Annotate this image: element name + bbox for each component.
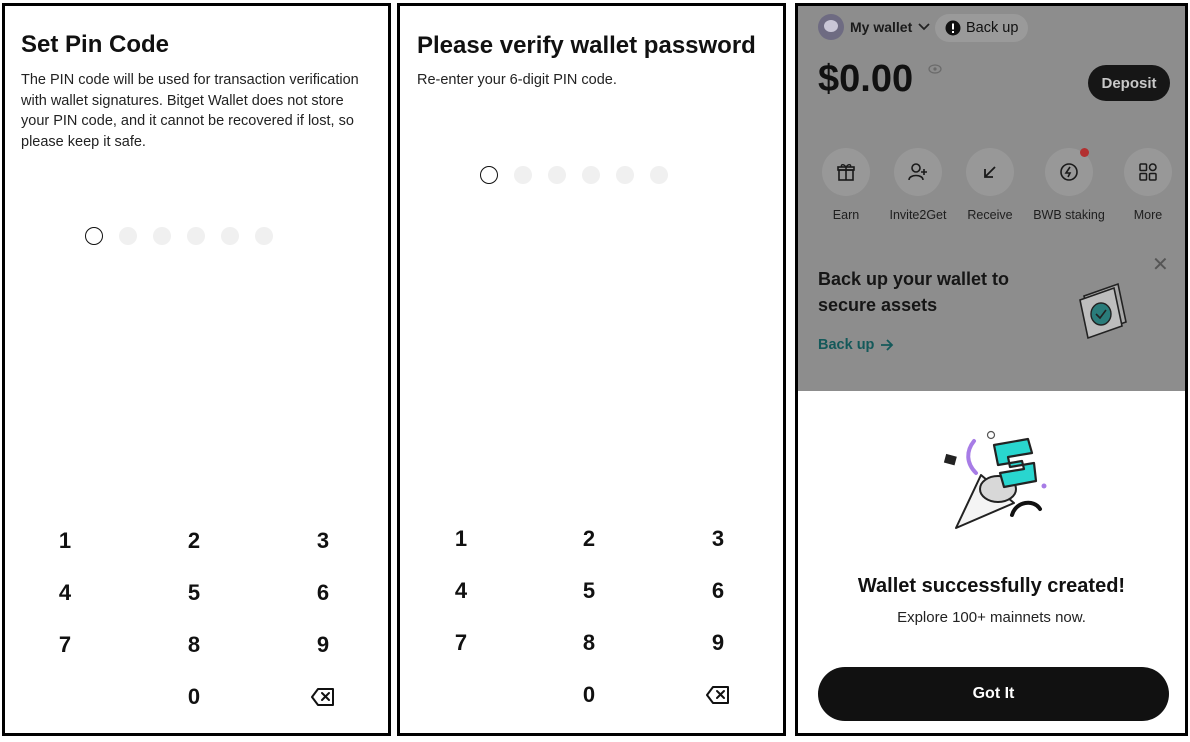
pin-dot	[548, 166, 566, 184]
pin-dots	[480, 166, 668, 184]
key-5[interactable]: 5	[164, 573, 224, 613]
pin-dot	[153, 227, 171, 245]
close-icon[interactable]: ✕	[1152, 252, 1169, 277]
pin-dot	[582, 166, 600, 184]
pin-dot	[616, 166, 634, 184]
backspace-button[interactable]	[688, 675, 748, 715]
key-5[interactable]: 5	[559, 571, 619, 611]
key-8[interactable]: 8	[559, 623, 619, 663]
pin-dot	[514, 166, 532, 184]
action-bwb-staking[interactable]: BWB staking	[1029, 148, 1109, 222]
success-illustration-icon	[943, 430, 1047, 529]
backup-link-label: Back up	[818, 337, 875, 353]
got-it-button[interactable]: Got It	[818, 667, 1169, 721]
backup-chip-label: Back up	[966, 20, 1019, 36]
pin-dot	[119, 227, 137, 245]
key-3[interactable]: 3	[293, 521, 353, 561]
key-6[interactable]: 6	[688, 571, 748, 611]
success-title: Wallet successfully created!	[857, 575, 1126, 597]
action-label: BWB staking	[1033, 208, 1105, 222]
warning-icon	[945, 20, 961, 36]
wallet-name: My wallet	[850, 19, 913, 35]
balance: $0.00	[818, 58, 942, 101]
key-9[interactable]: 9	[293, 625, 353, 665]
dimmed-wallet-home: My wallet Back up $0.00 Deposit Earn Inv…	[798, 6, 1185, 391]
page-title: Set Pin Code	[21, 31, 170, 58]
arrow-down-left-icon	[984, 166, 996, 178]
wallet-illustration-icon	[1079, 282, 1127, 340]
description-line: your PIN code, and it cannot be recovere…	[21, 113, 354, 129]
key-8[interactable]: 8	[164, 625, 224, 665]
action-label: Receive	[967, 208, 1013, 222]
deposit-button[interactable]: Deposit	[1088, 65, 1170, 101]
notification-badge	[1080, 148, 1089, 157]
action-earn[interactable]: Earn	[806, 148, 886, 222]
backup-banner-title: Back up your wallet to secure assets	[818, 266, 1009, 318]
key-1[interactable]: 1	[35, 521, 95, 561]
banner-title-line: secure assets	[818, 295, 938, 315]
key-4[interactable]: 4	[35, 573, 95, 613]
arrow-right-icon	[881, 339, 894, 351]
set-pin-screen: Set Pin Code The PIN code will be used f…	[2, 3, 391, 736]
key-2[interactable]: 2	[559, 519, 619, 559]
action-invite2get[interactable]: Invite2Get	[878, 148, 958, 222]
action-label: More	[1133, 208, 1163, 222]
description-line: with wallet signatures. Bitget Wallet do…	[21, 92, 344, 109]
grid-icon	[1139, 163, 1157, 181]
backspace-icon	[311, 688, 334, 706]
action-more[interactable]: More	[1108, 148, 1185, 222]
description-line: The PIN code will be used for transactio…	[21, 72, 359, 88]
success-subtitle: Explore 100+ mainnets now.	[897, 609, 1086, 626]
staking-icon	[1060, 163, 1078, 181]
key-0[interactable]: 0	[164, 677, 224, 717]
key-3[interactable]: 3	[688, 519, 748, 559]
banner-title-line: Back up your wallet to	[818, 269, 1010, 289]
page-title: Please verify wallet password	[417, 32, 756, 59]
key-9[interactable]: 9	[688, 623, 748, 663]
chevron-down-icon	[918, 23, 930, 31]
avatar	[818, 14, 844, 40]
pin-dots	[85, 227, 273, 245]
pin-dot	[221, 227, 239, 245]
pin-dot	[650, 166, 668, 184]
pin-dot-active	[85, 227, 103, 245]
key-4[interactable]: 4	[431, 571, 491, 611]
pin-dot	[187, 227, 205, 245]
verify-password-screen: Please verify wallet password Re-enter y…	[397, 3, 786, 736]
add-user-icon	[908, 163, 927, 181]
backspace-icon	[706, 686, 729, 704]
backup-link[interactable]: Back up	[818, 337, 894, 353]
pin-dot-active	[480, 166, 498, 184]
pin-dot	[255, 227, 273, 245]
key-1[interactable]: 1	[431, 519, 491, 559]
wallet-switcher[interactable]: My wallet	[818, 14, 930, 40]
action-label: Invite2Get	[889, 208, 947, 222]
eye-icon[interactable]	[928, 64, 942, 74]
backspace-button[interactable]	[293, 677, 353, 717]
backup-chip[interactable]: Back up	[935, 14, 1029, 42]
key-7[interactable]: 7	[431, 623, 491, 663]
pin-description: The PIN code will be used for transactio…	[21, 70, 381, 152]
key-7[interactable]: 7	[35, 625, 95, 665]
key-6[interactable]: 6	[293, 573, 353, 613]
key-0[interactable]: 0	[559, 675, 619, 715]
description-line: please keep it safe.	[21, 133, 146, 150]
success-bottom-sheet: Wallet successfully created! Explore 100…	[798, 391, 1185, 733]
action-label: Earn	[832, 208, 860, 222]
balance-value: $0.00	[818, 58, 914, 100]
action-receive[interactable]: Receive	[950, 148, 1030, 222]
verify-description: Re-enter your 6-digit PIN code.	[417, 72, 617, 88]
wallet-created-screen: My wallet Back up $0.00 Deposit Earn Inv…	[795, 3, 1188, 736]
gift-icon	[837, 164, 855, 181]
key-2[interactable]: 2	[164, 521, 224, 561]
